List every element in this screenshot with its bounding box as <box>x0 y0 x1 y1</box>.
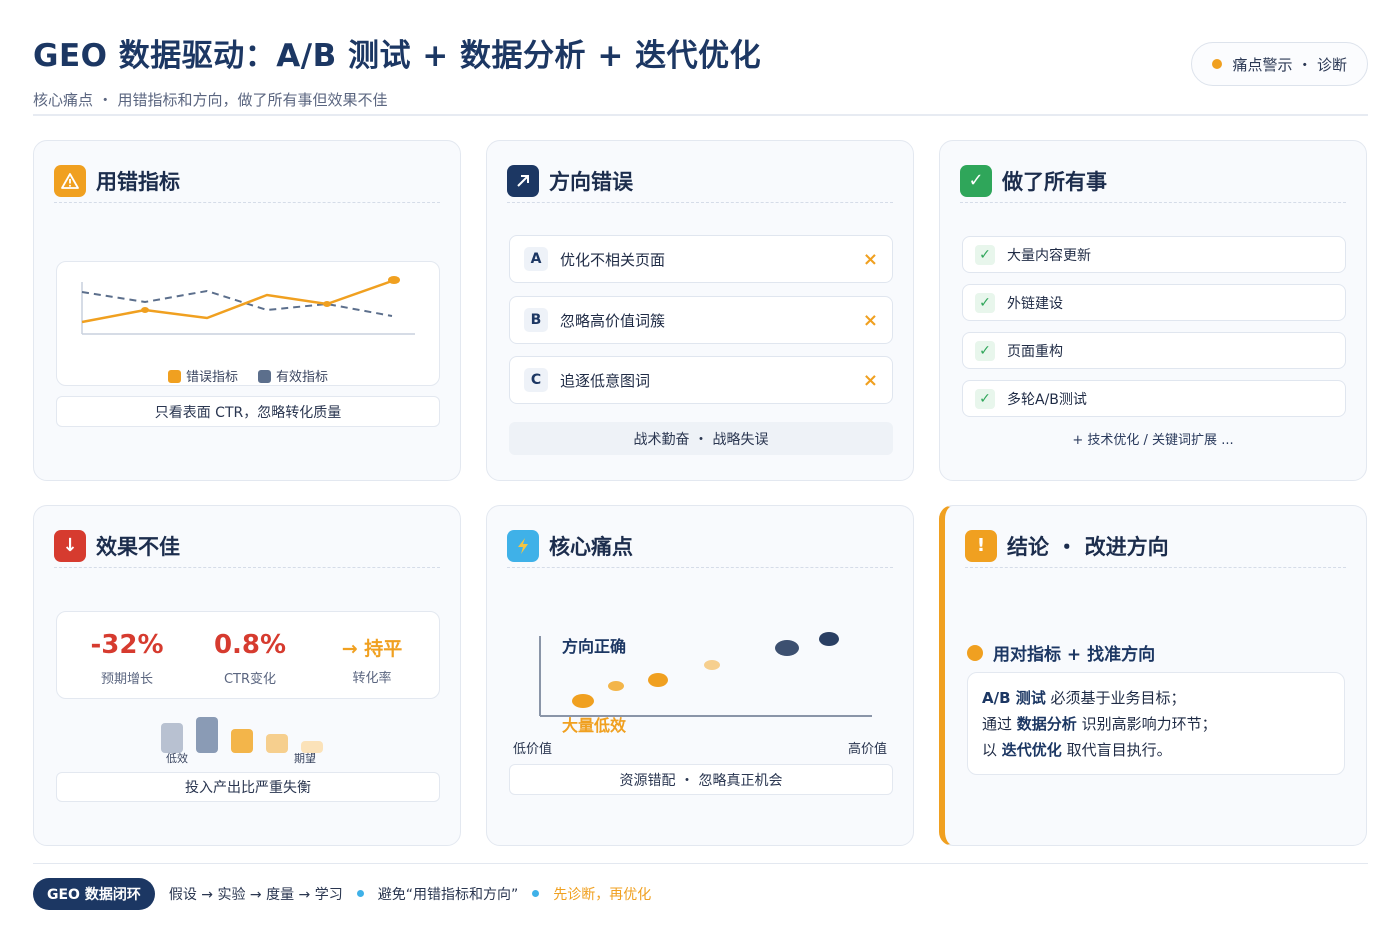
scatter-point <box>572 694 594 708</box>
wrong-metric-point <box>141 307 149 313</box>
wrong-metric-endpoint <box>388 276 400 284</box>
label-inefficient: 大量低效 <box>562 716 627 735</box>
status-dot-icon <box>1212 59 1223 69</box>
cross-icon: × <box>862 309 878 331</box>
chart-legend: 错误指标 有效指标 <box>57 366 439 385</box>
bar-label-low: 低效 <box>166 752 188 765</box>
warning-icon <box>54 164 86 197</box>
axis-label-high-value: 高价值 <box>847 742 887 757</box>
check-icon: ✓ <box>960 164 992 197</box>
task-item: ✓ 外链建设 <box>962 284 1346 321</box>
legend-valid: 有效指标 <box>258 366 328 385</box>
bar-label-expect: 期望 <box>294 752 316 765</box>
lightning-icon <box>507 529 539 562</box>
bullet-icon <box>967 644 983 661</box>
line-chart-panel: 错误指标 有效指标 <box>56 261 440 386</box>
legend-wrong: 错误指标 <box>167 366 238 385</box>
checkmark-icon: ✓ <box>975 388 995 409</box>
page-title: GEO 数据驱动：A/B 测试 + 数据分析 + 迭代优化 <box>33 38 762 74</box>
footer-badge: GEO 数据闭环 <box>33 877 155 910</box>
card-wrong-metrics: 用错指标 错误指标 有效指标 只看表面 CTR，忽略转化质量 <box>33 140 461 481</box>
conclusion-headline: 用对指标 + 找准方向 <box>967 640 1155 665</box>
separator-dot-icon <box>532 890 540 897</box>
scatter-point <box>819 632 839 646</box>
footer-tip: 先诊断，再优化 <box>553 886 652 903</box>
scatter-point <box>648 673 668 687</box>
footer-flow: 假设 → 实验 → 度量 → 学习 <box>168 886 343 903</box>
card-did-everything: ✓ 做了所有事 ✓ 大量内容更新 ✓ 外链建设 ✓ 页面重构 ✓ 多轮A/B测试 + 技… <box>939 140 1367 481</box>
card-conclusion: ! 结论 ・ 改进方向 用对指标 + 找准方向 A/B 测试 必须基于业务目标；… <box>939 505 1367 846</box>
checkmark-icon: ✓ <box>975 340 995 361</box>
page-header: GEO 数据驱动：A/B 测试 + 数据分析 + 迭代优化 核心痛点 ・ 用错指… <box>33 30 1368 116</box>
label-right-direction: 方向正确 <box>562 637 627 656</box>
stat-growth: -32% 预期增长 <box>90 630 164 687</box>
option-c: C 追逐低意图词 × <box>509 356 893 404</box>
exclamation-icon: ! <box>965 529 997 562</box>
conclusion-text-box: A/B 测试 必须基于业务目标； 通过 数据分析 识别高影响力环节； 以 迭代优… <box>967 672 1345 775</box>
cross-icon: × <box>862 369 878 391</box>
scatter-illustration <box>539 632 872 717</box>
card-caption: 只看表面 CTR，忽略转化质量 <box>56 396 440 427</box>
option-b: B 忽略高价值词簇 × <box>509 296 893 344</box>
trend-arrow-icon <box>507 164 539 197</box>
task-item: ✓ 多轮A/B测试 <box>962 380 1346 417</box>
page-subtitle: 核心痛点 ・ 用错指标和方向，做了所有事但效果不佳 <box>33 91 388 109</box>
checkmark-icon: ✓ <box>975 244 995 265</box>
more-tasks-note: + 技术优化 / 关键词扩展 ... <box>1072 433 1234 448</box>
task-item: ✓ 页面重构 <box>962 332 1346 369</box>
down-arrow-icon: ↓ <box>54 529 86 562</box>
cross-icon: × <box>862 248 878 270</box>
stats-panel: -32% 预期增长 0.8% CTR变化 → 持平 转化率 <box>56 611 440 699</box>
page-footer: GEO 数据闭环 假设 → 实验 → 度量 → 学习 避免“用错指标和方向” 先… <box>33 863 1368 923</box>
axis-label-low-value: 低价值 <box>513 742 553 757</box>
scatter-point <box>608 681 624 691</box>
bar-illustration <box>161 717 323 753</box>
conclusion-line: 通过 数据分析 识别高影响力环节； <box>982 715 1217 733</box>
card-title: 效果不佳 <box>96 534 180 559</box>
diagnosis-pill: 痛点警示 ・ 诊断 <box>1191 42 1368 86</box>
task-item: ✓ 大量内容更新 <box>962 236 1346 273</box>
wrong-metric-point <box>323 301 331 307</box>
card-caption: 战术勤奋 ・ 战略失误 <box>509 422 893 455</box>
card-title: 结论 ・ 改进方向 <box>1007 534 1169 559</box>
scatter-point <box>775 640 799 656</box>
conclusion-line: 以 迭代优化 取代盲目执行。 <box>982 741 1172 759</box>
card-title: 做了所有事 <box>1002 169 1107 194</box>
card-title: 用错指标 <box>96 169 180 194</box>
checkmark-icon: ✓ <box>975 292 995 313</box>
stat-conversion: → 持平 转化率 <box>341 638 403 686</box>
option-a: A 优化不相关页面 × <box>509 235 893 283</box>
card-poor-results: ↓ 效果不佳 -32% 预期增长 0.8% CTR变化 → 持平 转化率 低效 … <box>33 505 461 846</box>
conclusion-line: A/B 测试 必须基于业务目标； <box>982 689 1186 707</box>
card-title: 方向错误 <box>549 169 633 194</box>
bar <box>196 717 218 753</box>
pill-label: 痛点警示 ・ 诊断 <box>1232 55 1347 74</box>
card-caption: 资源错配 ・ 忽略真正机会 <box>509 764 893 795</box>
footer-avoid: 避免“用错指标和方向” <box>377 886 519 903</box>
separator-dot-icon <box>356 890 364 897</box>
card-title: 核心痛点 <box>549 534 633 559</box>
line-chart <box>81 276 415 335</box>
bar <box>266 734 288 753</box>
stat-ctr: 0.8% CTR变化 <box>213 630 287 687</box>
card-core-pain: 核心痛点 方向正确 大量低效 低价值 高价值 资源错配 ・ 忽略真正机会 <box>486 505 914 846</box>
card-wrong-direction: 方向错误 A 优化不相关页面 × B 忽略高价值词簇 × C 追逐低意图词 × … <box>486 140 914 481</box>
scatter-point <box>704 660 720 670</box>
card-caption: 投入产出比严重失衡 <box>56 772 440 802</box>
bar <box>231 729 253 753</box>
bar <box>161 723 183 753</box>
